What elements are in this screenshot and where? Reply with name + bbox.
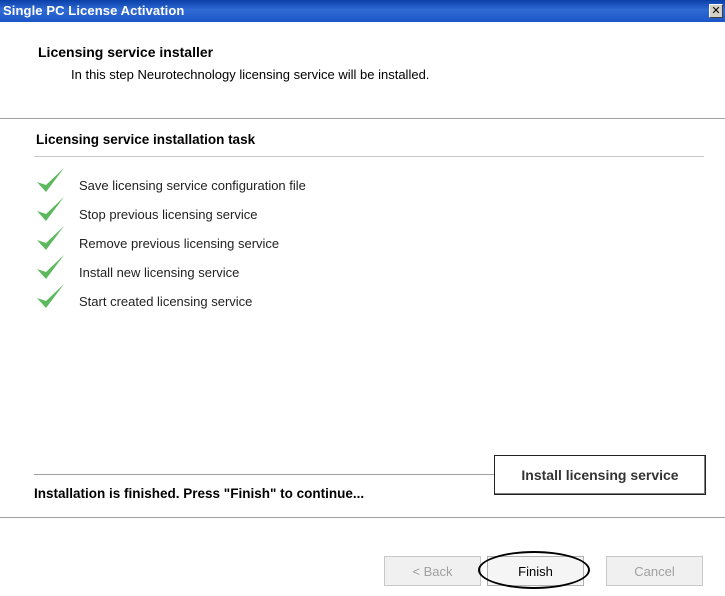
wizard-header: Licensing service installer In this step…	[0, 22, 725, 119]
check-icon	[37, 168, 64, 192]
check-icon	[37, 255, 64, 279]
task-step-label: Install new licensing service	[79, 265, 240, 280]
task-title: Licensing service installation task	[36, 132, 256, 147]
task-step-label: Start created licensing service	[79, 294, 253, 309]
cancel-button[interactable]: Cancel	[606, 556, 703, 586]
check-icon	[37, 226, 64, 250]
header-title: Licensing service installer	[38, 44, 214, 60]
header-subtitle: In this step Neurotechnology licensing s…	[71, 67, 430, 82]
window-title: Single PC License Activation	[3, 3, 185, 18]
status-message: Installation is finished. Press "Finish"…	[34, 486, 365, 501]
check-icon	[37, 197, 64, 221]
back-button[interactable]: < Back	[384, 556, 481, 586]
finish-button[interactable]: Finish	[487, 556, 584, 586]
task-step-label: Save licensing service configuration fil…	[79, 178, 306, 193]
close-icon: ✕	[711, 5, 721, 17]
task-panel: Licensing service installation task Save…	[0, 119, 725, 518]
install-licensing-service-button[interactable]: Install licensing service	[494, 455, 706, 495]
task-step-label: Stop previous licensing service	[79, 207, 258, 222]
title-bar[interactable]: Single PC License Activation ✕	[0, 0, 725, 22]
check-icon	[37, 284, 64, 308]
task-step-label: Remove previous licensing service	[79, 236, 280, 251]
wizard-footer: < Back Finish Cancel	[0, 518, 725, 596]
close-button[interactable]: ✕	[709, 4, 723, 18]
divider	[34, 156, 704, 157]
